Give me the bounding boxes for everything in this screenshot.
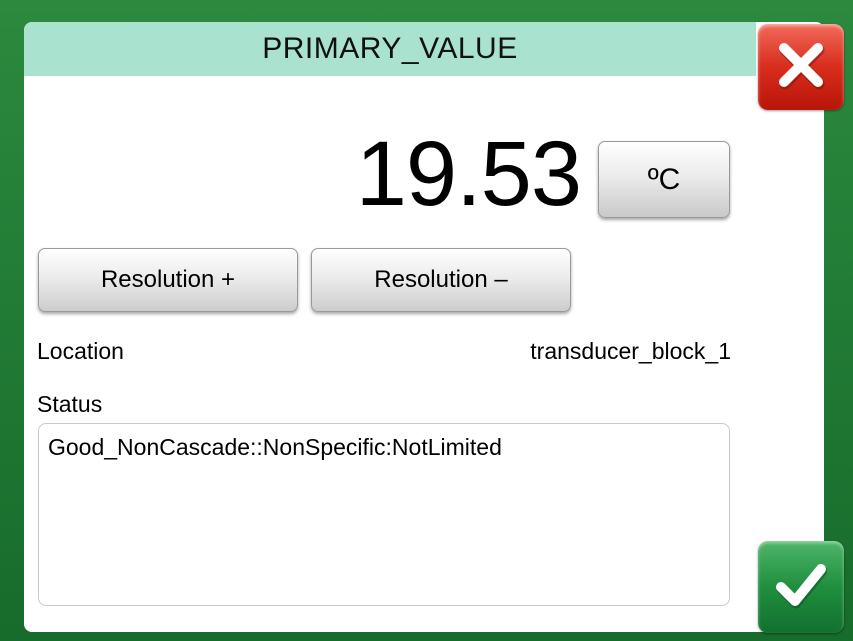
close-icon <box>776 40 826 95</box>
status-value: Good_NonCascade::NonSpecific:NotLimited <box>48 434 502 460</box>
resolution-plus-label: Resolution + <box>100 266 236 293</box>
resolution-minus-label: Resolution – <box>374 266 508 293</box>
dialog-title-bar: PRIMARY_VALUE <box>24 22 756 76</box>
status-label: Status <box>37 391 103 417</box>
unit-button[interactable]: ºC <box>598 141 730 218</box>
ok-button[interactable] <box>758 541 844 633</box>
status-text-box[interactable]: Good_NonCascade::NonSpecific:NotLimited <box>38 423 730 606</box>
checkmark-icon <box>775 561 828 614</box>
measured-value: 19.53 <box>355 123 582 225</box>
unit-label: ºC <box>647 162 681 196</box>
location-value: transducer_block_1 <box>530 338 731 364</box>
resolution-plus-button[interactable]: Resolution + <box>38 248 298 312</box>
close-button[interactable] <box>758 24 844 110</box>
dialog-title: PRIMARY_VALUE <box>262 32 518 65</box>
location-label: Location <box>37 338 124 364</box>
resolution-minus-button[interactable]: Resolution – <box>311 248 571 312</box>
